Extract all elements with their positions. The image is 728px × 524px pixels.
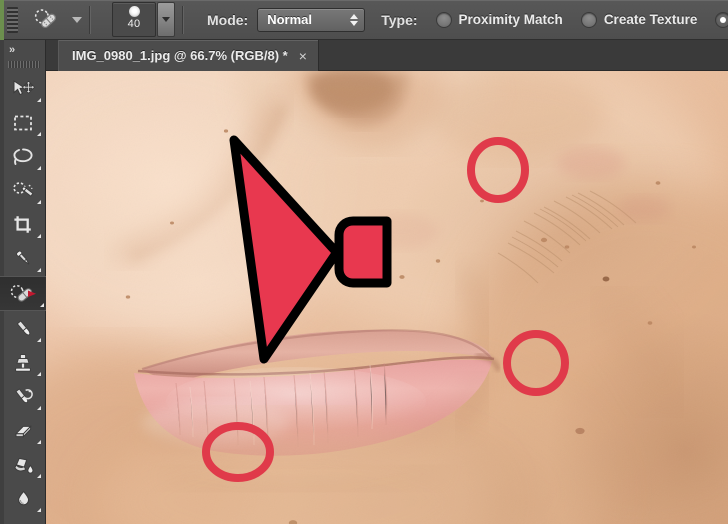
radio-content-aware[interactable]: Content-A [715,11,728,28]
history-brush-tool[interactable] [3,380,43,413]
tool-flyout-indicator [36,268,41,272]
blur-tool[interactable] [3,482,43,515]
tool-flyout-indicator [36,372,41,376]
tool-flyout-indicator [36,508,41,512]
type-radio-group: Proximity Match Create Texture Content-A [418,11,728,28]
crop-tool[interactable] [3,208,43,241]
blemish-circle-upper-right [467,137,529,203]
tool-flyout-indicator [36,338,41,342]
radio-button-selected-icon [715,11,728,28]
paint-bucket-tool[interactable] [3,448,43,481]
radio-create-texture-label: Create Texture [603,12,698,27]
radio-proximity-match-label: Proximity Match [458,12,563,27]
tool-flyout-indicator [39,303,44,307]
document-tab-bar: IMG_0980_1.jpg @ 66.7% (RGB/8) * × [0,40,728,71]
radio-proximity-match[interactable]: Proximity Match [435,11,563,28]
brush-tool[interactable] [3,312,43,345]
radio-create-texture[interactable]: Create Texture [580,11,698,28]
options-bar: 40 Mode: Normal Type: Proximity Match Cr… [0,0,728,40]
close-icon[interactable]: × [299,49,307,63]
red-left-arrow [229,135,392,364]
mode-label: Mode: [207,11,249,28]
blemish-circle-lower-right [503,330,569,396]
tool-flyout-indicator [36,166,41,170]
eraser-tool[interactable] [3,414,43,447]
tool-flyout-indicator [36,474,41,478]
window-edge-accent [0,0,4,40]
tools-panel-grip[interactable] [8,61,40,68]
blemish-circle-bottom-left [202,422,274,482]
blend-mode-select[interactable]: Normal [257,7,366,32]
radio-button-icon [435,11,452,28]
tool-flyout-indicator [36,440,41,444]
radio-button-icon [580,11,597,28]
tool-flyout-indicator [36,406,41,410]
options-divider-1 [89,5,91,34]
stepper-arrows-icon [349,12,358,28]
spot-healing-brush-icon[interactable] [26,5,66,35]
brush-size-preview[interactable]: 40 [112,2,156,37]
tool-list [0,72,46,524]
quick-selection-tool[interactable] [3,174,43,207]
brush-tip-preview-icon [128,6,140,17]
options-bar-grip[interactable] [7,6,18,33]
options-divider-2 [182,5,184,34]
tools-panel: » [0,40,46,524]
eyedropper-tool[interactable] [3,242,43,275]
tool-preset-chevron-down-icon[interactable] [72,16,82,23]
expand-panel-button[interactable]: » [5,42,45,58]
image-canvas[interactable] [46,71,728,524]
double-chevron-right-icon: » [9,44,15,56]
brush-picker-button[interactable] [157,2,175,37]
photoshop-window: 40 Mode: Normal Type: Proximity Match Cr… [0,0,728,524]
annotation-layer [202,135,569,482]
tool-flyout-indicator [36,234,41,238]
lasso-tool[interactable] [3,140,43,173]
type-label: Type: [381,11,418,28]
tool-flyout-indicator [36,98,41,102]
document-tab[interactable]: IMG_0980_1.jpg @ 66.7% (RGB/8) * × [58,40,319,71]
dodge-tool[interactable] [3,516,43,524]
clone-stamp-tool[interactable] [3,346,43,379]
spot-healing-brush-tool[interactable] [0,276,46,311]
tool-flyout-indicator [36,132,41,136]
move-tool[interactable] [3,72,43,105]
rectangular-marquee-tool[interactable] [3,106,43,139]
brush-picker-chevron-down-icon [162,17,170,22]
document-tab-title: IMG_0980_1.jpg @ 66.7% (RGB/8) * [72,48,288,63]
tool-flyout-indicator [36,200,41,204]
blend-mode-value: Normal [267,12,313,27]
brush-size-value: 40 [127,18,141,30]
